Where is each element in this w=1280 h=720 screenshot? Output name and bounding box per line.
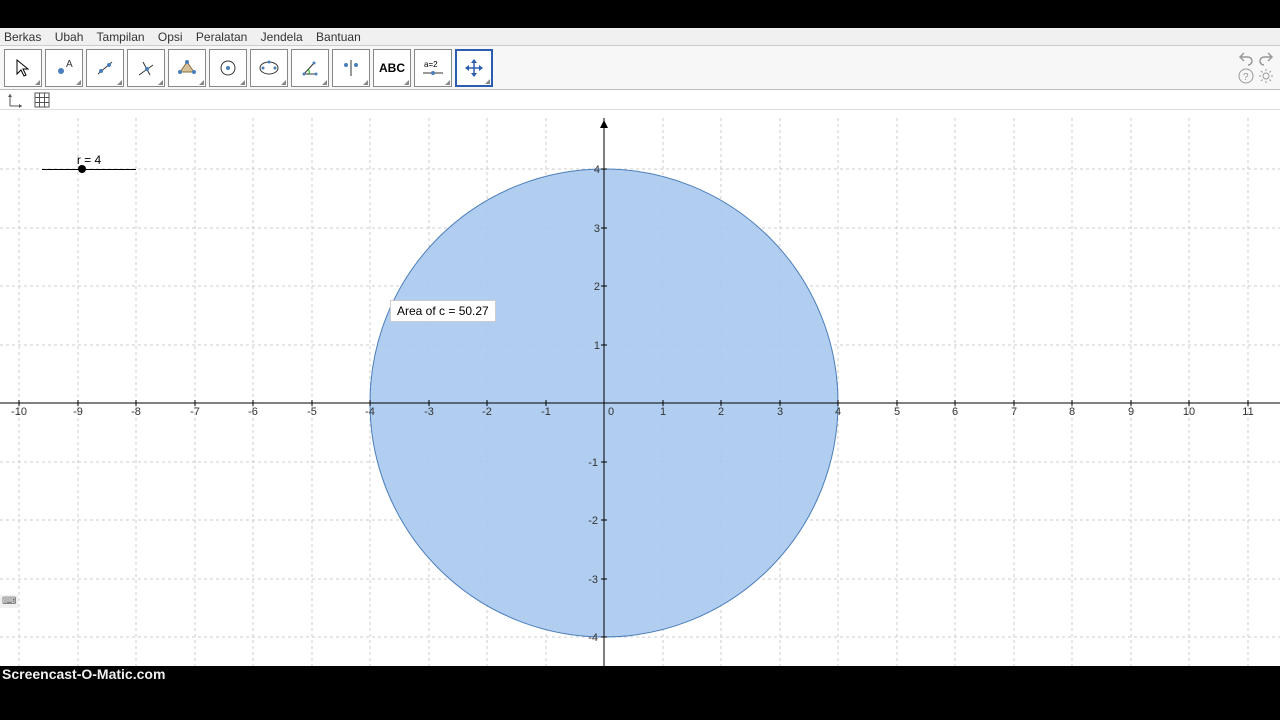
tool-circle[interactable] <box>209 49 247 87</box>
slider-thumb[interactable] <box>78 165 86 173</box>
svg-text:-3: -3 <box>588 574 598 586</box>
reflect-icon <box>341 58 361 78</box>
svg-text:-10: -10 <box>11 406 27 418</box>
svg-text:10: 10 <box>1183 406 1195 418</box>
watermark-text: Screencast-O-Matic.com <box>2 666 165 682</box>
menu-tampilan[interactable]: Tampilan <box>97 30 145 44</box>
undo-icon[interactable] <box>1238 50 1254 66</box>
perpendicular-icon <box>136 58 156 78</box>
tool-translate-view[interactable] <box>455 49 493 87</box>
graphics-view[interactable]: -10 -9 -8 -7 -6 -5 -4 -3 -2 -1 0 1 2 3 4… <box>0 118 1280 666</box>
tool-polygon[interactable] <box>168 49 206 87</box>
svg-text:6: 6 <box>952 406 958 418</box>
menu-peralatan[interactable]: Peralatan <box>196 30 247 44</box>
help-icon[interactable]: ? <box>1238 68 1254 84</box>
slider-r[interactable]: r = 4 <box>42 153 136 170</box>
svg-text:-8: -8 <box>131 406 141 418</box>
svg-text:4: 4 <box>594 164 600 176</box>
tool-perpendicular[interactable] <box>127 49 165 87</box>
ellipse-icon <box>258 58 280 78</box>
svg-text:-2: -2 <box>588 515 598 527</box>
keyboard-indicator: ⌨ <box>0 595 18 608</box>
svg-text:a=2: a=2 <box>424 60 438 69</box>
menu-bantuan[interactable]: Bantuan <box>316 30 361 44</box>
svg-text:A: A <box>66 59 73 70</box>
svg-text:5: 5 <box>894 406 900 418</box>
menu-opsi[interactable]: Opsi <box>158 30 183 44</box>
svg-text:4: 4 <box>835 406 841 418</box>
svg-text:-3: -3 <box>424 406 434 418</box>
tool-reflect[interactable] <box>332 49 370 87</box>
tool-move[interactable] <box>4 49 42 87</box>
tool-point[interactable]: A <box>45 49 83 87</box>
svg-text:?: ? <box>1243 72 1249 83</box>
circle-icon <box>218 58 238 78</box>
tool-slider[interactable]: a=2 <box>414 49 452 87</box>
cursor-icon <box>13 58 33 78</box>
text-abc-icon: ABC <box>379 61 405 75</box>
svg-text:-2: -2 <box>482 406 492 418</box>
menu-berkas[interactable]: Berkas <box>4 30 41 44</box>
sub-toolbar <box>0 90 1280 110</box>
grid-icon[interactable] <box>34 92 50 108</box>
svg-text:-4: -4 <box>365 406 375 418</box>
svg-text:7: 7 <box>1011 406 1017 418</box>
redo-icon[interactable] <box>1258 50 1274 66</box>
svg-text:2: 2 <box>594 281 600 293</box>
angle-icon <box>300 58 320 78</box>
coordinate-plane: -10 -9 -8 -7 -6 -5 -4 -3 -2 -1 0 1 2 3 4… <box>0 118 1280 666</box>
svg-text:2: 2 <box>718 406 724 418</box>
svg-text:3: 3 <box>594 223 600 235</box>
line-icon <box>95 58 115 78</box>
svg-text:8: 8 <box>1069 406 1075 418</box>
svg-text:0: 0 <box>608 406 614 418</box>
tool-line[interactable] <box>86 49 124 87</box>
axes-icon[interactable] <box>8 92 24 108</box>
tool-ellipse[interactable] <box>250 49 288 87</box>
menu-ubah[interactable]: Ubah <box>55 30 84 44</box>
svg-text:11: 11 <box>1242 406 1253 418</box>
svg-text:-1: -1 <box>588 457 598 469</box>
svg-text:-7: -7 <box>190 406 200 418</box>
svg-text:-6: -6 <box>248 406 258 418</box>
slider-track[interactable] <box>42 169 136 170</box>
video-black-bar-top <box>0 0 1280 28</box>
video-black-bar-bottom <box>0 666 1280 720</box>
svg-text:9: 9 <box>1128 406 1134 418</box>
slider-label: r = 4 <box>42 153 136 167</box>
tool-text[interactable]: ABC <box>373 49 411 87</box>
svg-text:1: 1 <box>594 340 600 352</box>
menu-bar: Berkas Ubah Tampilan Opsi Peralatan Jend… <box>0 28 1280 46</box>
svg-text:-5: -5 <box>307 406 317 418</box>
settings-icon[interactable] <box>1258 68 1274 84</box>
slider-icon: a=2 <box>420 58 446 78</box>
polygon-icon <box>177 58 197 78</box>
svg-text:1: 1 <box>660 406 666 418</box>
toolbar: A ABC a=2 <box>0 46 1280 90</box>
move-arrows-icon <box>464 58 484 78</box>
toolbar-right-icons: ? <box>1238 50 1274 84</box>
area-text-label[interactable]: Area of c = 50.27 <box>390 300 496 322</box>
menu-jendela[interactable]: Jendela <box>261 30 303 44</box>
point-icon: A <box>54 58 74 78</box>
svg-text:-1: -1 <box>541 406 551 418</box>
svg-text:-9: -9 <box>73 406 83 418</box>
svg-text:3: 3 <box>777 406 783 418</box>
tool-angle[interactable] <box>291 49 329 87</box>
svg-text:-4: -4 <box>588 632 598 644</box>
